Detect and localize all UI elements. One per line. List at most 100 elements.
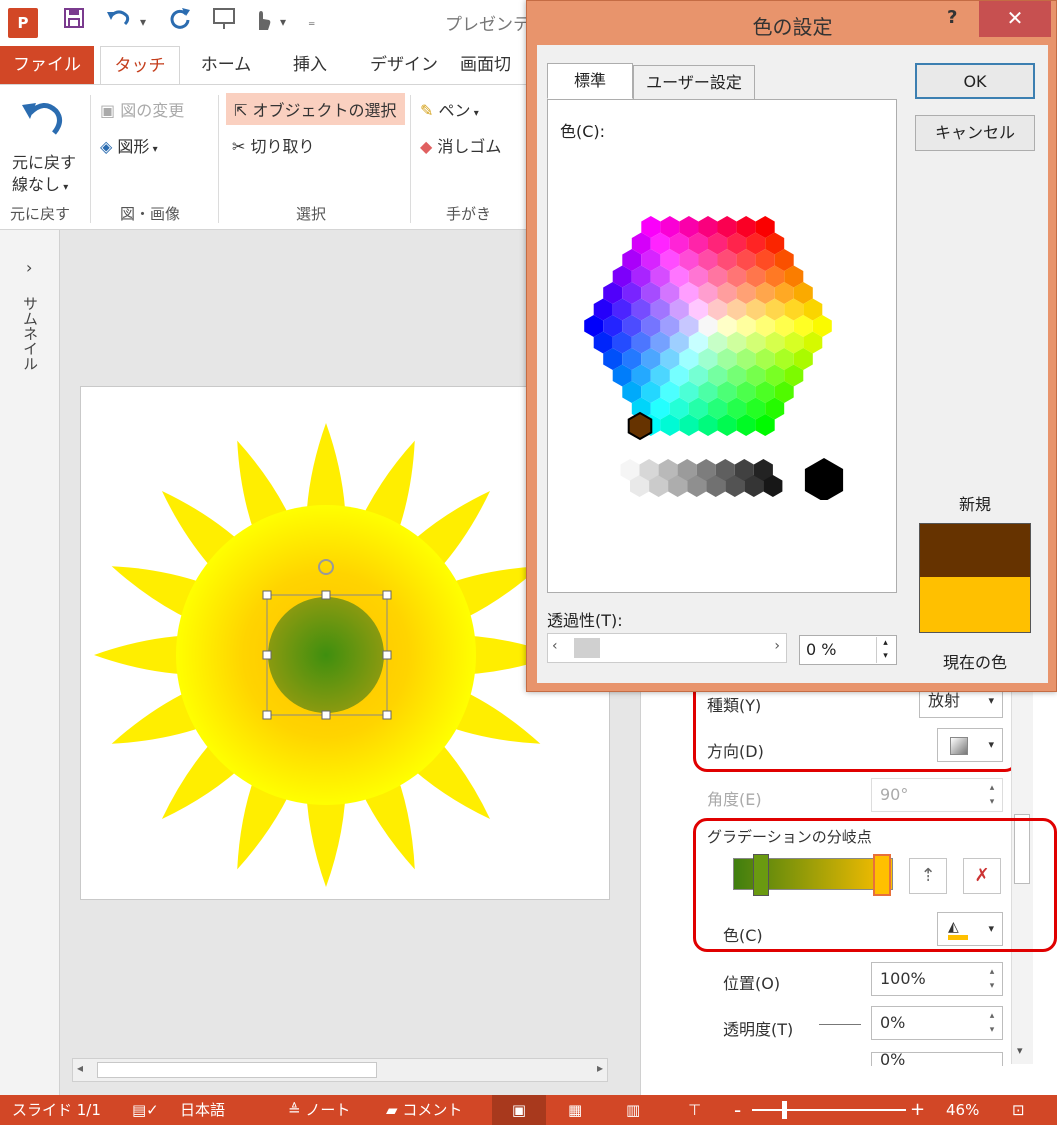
powerpoint-logo-icon: P: [8, 8, 38, 38]
dialog-body: 標準 ユーザー設定 色(C): 透過性(T): ‹ › 0 % ▴ ▾ OK キャ…: [537, 45, 1048, 683]
angle-label: 角度(E): [707, 790, 762, 809]
new-color-swatch: [919, 523, 1031, 577]
slider-left-icon[interactable]: ‹: [552, 638, 558, 654]
tab-touch[interactable]: タッチ: [100, 46, 180, 84]
chevron-down-icon: ▾: [149, 144, 158, 155]
tab-standard[interactable]: 標準: [547, 63, 633, 99]
undo-label[interactable]: 元に戻す: [12, 149, 76, 173]
comment-icon: ▰: [386, 1101, 403, 1119]
scroll-down-icon[interactable]: ▾: [1017, 1044, 1023, 1057]
shapes-icon: ◈: [100, 137, 113, 156]
shapes-button[interactable]: ◈ 図形 ▾: [100, 133, 158, 157]
slider-right-icon[interactable]: ›: [774, 638, 780, 654]
angle-input[interactable]: 90° ▴ ▾: [871, 778, 1003, 812]
line-none-button[interactable]: 線なし ▾: [12, 171, 68, 195]
transparency-slider[interactable]: ‹ ›: [547, 633, 787, 663]
zoom-slider-thumb[interactable]: [782, 1101, 787, 1119]
help-icon[interactable]: ?: [947, 7, 957, 28]
transparency-label: 透明度(T): [723, 1020, 794, 1039]
group-label-ink: 手がき: [446, 205, 492, 223]
select-objects-button[interactable]: ⇱ オブジェクトの選択: [226, 93, 405, 125]
scroll-right-icon[interactable]: ▸: [597, 1061, 603, 1075]
transparency-input[interactable]: 0% ▴ ▾: [871, 1006, 1003, 1040]
color-dialog: 色の設定 ? ✕ 標準 ユーザー設定 色(C): 透過性(T): ‹ › 0 %…: [526, 0, 1057, 692]
notes-button[interactable]: ≜ ノート: [288, 1095, 350, 1125]
transparency-value-input[interactable]: 0 % ▴ ▾: [799, 635, 897, 665]
normal-view-icon[interactable]: ▣: [492, 1095, 546, 1125]
group-divider: [90, 95, 91, 223]
thumbnail-pane[interactable]: › サムネイル: [0, 230, 60, 1095]
zoom-in-icon[interactable]: +: [910, 1095, 925, 1125]
new-color-label: 新規: [958, 495, 991, 514]
cancel-button[interactable]: キャンセル: [915, 115, 1035, 151]
slide-sorter-icon[interactable]: ▦: [568, 1095, 582, 1125]
highlight-box-stops: [693, 818, 1057, 952]
scroll-left-icon[interactable]: ◂: [77, 1061, 83, 1075]
fit-to-window-icon[interactable]: ⊡: [1012, 1095, 1025, 1125]
notes-icon: ≜: [288, 1101, 306, 1119]
status-bar: スライド 1/1 ▤✓ 日本語 ≜ ノート ▰ コメント ▣ ▦ ▥ ⊤ - +…: [0, 1095, 1057, 1125]
transparency-label: 透過性(T):: [547, 611, 623, 630]
customize-toolbar-icon[interactable]: ₌: [308, 6, 315, 38]
comments-button[interactable]: ▰ コメント: [386, 1095, 462, 1125]
cut-button[interactable]: ✂ 切り取り: [232, 133, 315, 157]
tab-custom[interactable]: ユーザー設定: [633, 65, 755, 101]
tab-transitions[interactable]: 画面切: [460, 46, 530, 84]
scrollbar-thumb[interactable]: [97, 1062, 377, 1078]
spinner-icon: ▴ ▾: [989, 967, 995, 991]
touch-dropdown-icon[interactable]: ▾: [280, 6, 286, 38]
group-label-undo: 元に戻す: [10, 205, 71, 223]
undo-icon[interactable]: [105, 6, 133, 40]
slideshow-start-icon[interactable]: [212, 6, 238, 40]
tab-design[interactable]: デザイン: [356, 46, 452, 84]
spell-check-icon[interactable]: ▤✓: [132, 1095, 159, 1125]
slide-counter[interactable]: スライド 1/1: [12, 1095, 101, 1125]
pen-icon: ✎: [420, 101, 434, 120]
undo-dropdown-icon[interactable]: ▾: [140, 6, 146, 38]
color-panel: 色(C):: [547, 99, 897, 593]
zoom-level[interactable]: 46%: [946, 1095, 979, 1125]
chevron-down-icon: ▾: [470, 108, 479, 119]
color-honeycomb[interactable]: [548, 100, 898, 500]
thumbnail-label: サムネイル: [21, 296, 39, 371]
expand-thumbnails-icon[interactable]: ›: [26, 258, 32, 277]
current-color-swatch: [919, 577, 1031, 633]
current-color-label: 現在の色: [942, 653, 1007, 672]
save-icon[interactable]: [62, 6, 86, 40]
dialog-title: 色の設定: [752, 15, 833, 39]
touch-mode-icon[interactable]: [250, 6, 274, 42]
position-input[interactable]: 100% ▴ ▾: [871, 962, 1003, 996]
spinner-icon: ▴ ▾: [989, 1011, 995, 1035]
close-icon[interactable]: ✕: [979, 1, 1051, 37]
eraser-button[interactable]: ◆ 消しゴム: [420, 133, 501, 157]
transparency-slider[interactable]: [819, 1024, 861, 1025]
chevron-down-icon: ▾: [60, 182, 69, 193]
horizontal-scrollbar[interactable]: ◂ ▸: [72, 1058, 608, 1082]
redo-icon[interactable]: [168, 6, 192, 40]
tab-home[interactable]: ホーム: [186, 46, 266, 84]
language-indicator[interactable]: 日本語: [180, 1095, 225, 1125]
brightness-input[interactable]: 0%: [871, 1052, 1003, 1066]
document-title: プレゼンテ: [445, 15, 530, 35]
position-label: 位置(O): [723, 974, 781, 993]
spinner-icon: ▴ ▾: [876, 637, 894, 663]
zoom-out-icon[interactable]: -: [734, 1095, 741, 1125]
scissors-icon: ✂: [232, 137, 246, 156]
large-undo-icon[interactable]: [20, 95, 66, 145]
cursor-arrow-icon: ⇱: [234, 101, 248, 120]
pen-button[interactable]: ✎ ペン ▾: [420, 97, 479, 121]
spinner-icon: ▴ ▾: [989, 783, 995, 807]
slider-thumb[interactable]: [574, 638, 600, 658]
zoom-slider[interactable]: [752, 1101, 906, 1119]
group-divider: [218, 95, 219, 223]
tab-file[interactable]: ファイル: [0, 46, 94, 84]
group-label-select: 選択: [296, 205, 327, 223]
reading-view-icon[interactable]: ▥: [626, 1095, 640, 1125]
group-divider: [410, 95, 411, 223]
picture-icon: ▣: [100, 101, 116, 120]
slideshow-view-icon[interactable]: ⊤: [688, 1095, 701, 1125]
tab-insert[interactable]: 挿入: [272, 46, 348, 84]
ok-button[interactable]: OK: [915, 63, 1035, 99]
eraser-icon: ◆: [420, 137, 433, 156]
change-picture-button[interactable]: ▣ 図の変更: [100, 97, 184, 121]
